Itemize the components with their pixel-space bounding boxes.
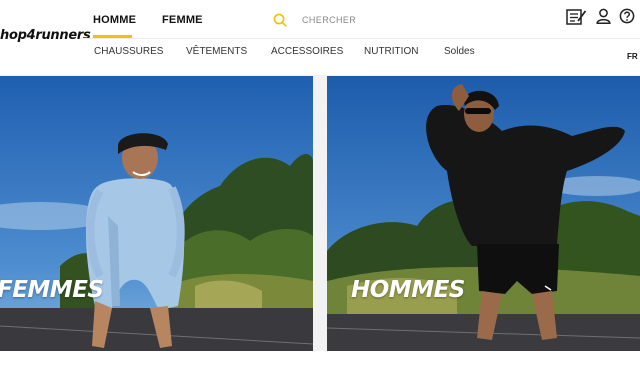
help-icon[interactable] xyxy=(619,8,635,24)
brand-logo[interactable]: hop4runners xyxy=(0,28,91,43)
nav-soldes[interactable]: Soldes xyxy=(444,46,475,57)
search-icon[interactable] xyxy=(273,13,287,27)
language-selector[interactable]: FR xyxy=(627,52,638,61)
nav-chaussures[interactable]: CHAUSSURES xyxy=(94,46,163,57)
site-header: hop4runners HOMME FEMME CHERCHER CHAUSSU… xyxy=(0,0,640,75)
header-divider xyxy=(80,38,640,39)
hero-hommes-image xyxy=(327,76,640,351)
notepad-icon[interactable] xyxy=(566,8,587,26)
hero-femmes[interactable]: FEMMES xyxy=(0,76,313,351)
nav-vetements[interactable]: VÊTEMENTS xyxy=(186,46,247,57)
nav-accessoires[interactable]: ACCESSOIRES xyxy=(271,46,343,57)
tab-homme[interactable]: HOMME xyxy=(93,14,136,26)
hero-femmes-label[interactable]: FEMMES xyxy=(0,277,104,303)
hero-hommes[interactable]: HOMMES xyxy=(327,76,640,351)
hero-hommes-label[interactable]: HOMMES xyxy=(351,277,465,303)
section-below-hero xyxy=(0,351,640,372)
tab-femme[interactable]: FEMME xyxy=(162,14,203,26)
user-icon[interactable] xyxy=(596,8,611,24)
hero-femmes-image xyxy=(0,76,313,351)
nav-nutrition[interactable]: NUTRITION xyxy=(364,46,418,57)
search-input[interactable]: CHERCHER xyxy=(302,15,356,25)
